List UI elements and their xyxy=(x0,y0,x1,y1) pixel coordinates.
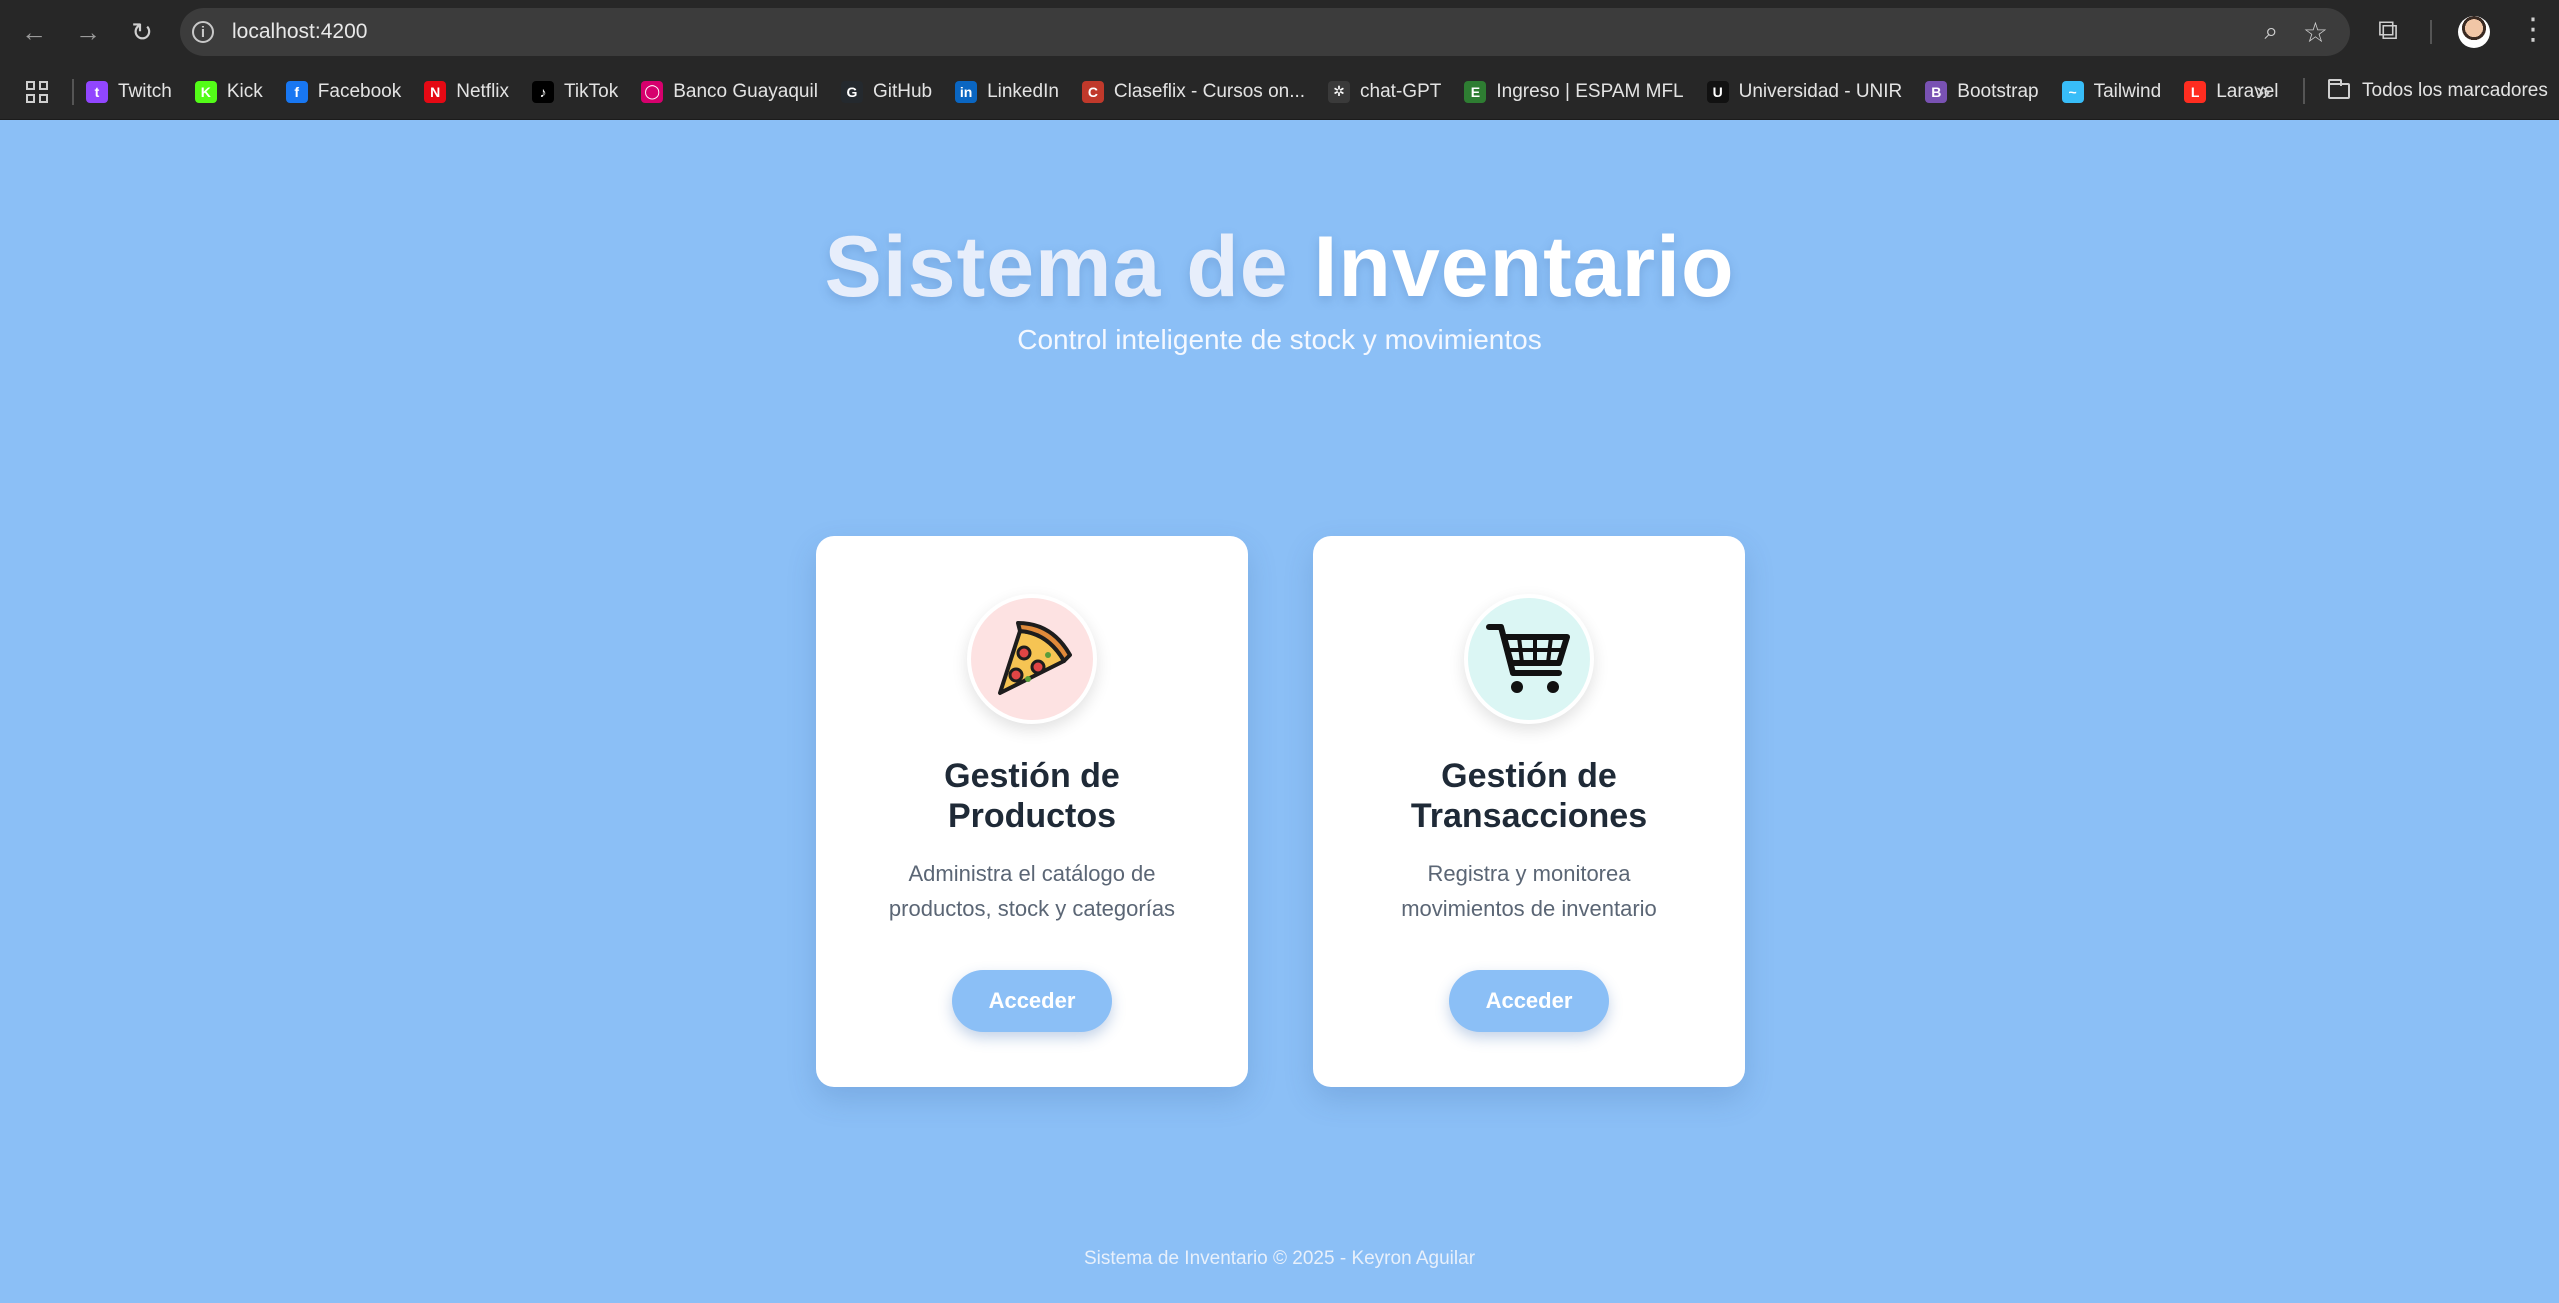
bookmark-label: Twitch xyxy=(118,80,172,102)
bookmark-item[interactable]: B Bootstrap xyxy=(1925,80,2039,103)
bookmark-label: Banco Guayaquil xyxy=(673,80,818,102)
bookmark-label: Universidad - UNIR xyxy=(1738,80,1903,102)
transactions-card-title: Gestión de Transacciones xyxy=(1410,757,1648,835)
tailwind-icon: ~ xyxy=(2061,80,2084,103)
address-bar[interactable]: i localhost:4200 ⌕ ☆ xyxy=(180,8,2350,56)
kick-icon: K xyxy=(194,80,217,103)
banco-guayaquil-icon: ◯ xyxy=(641,80,664,103)
more-bookmarks-icon[interactable]: » xyxy=(2256,76,2270,107)
bookmark-item[interactable]: ~ Tailwind xyxy=(2061,80,2162,103)
extensions-icon[interactable]: ⧉ xyxy=(2378,14,2398,47)
claseflix-icon: C xyxy=(1081,80,1104,103)
bookmark-item[interactable]: ◯ Banco Guayaquil xyxy=(641,80,818,103)
bookmark-item[interactable]: ♪ TikTok xyxy=(532,80,619,103)
hero-title-part2: Inventario xyxy=(1313,219,1735,315)
bookmark-label: Tailwind xyxy=(2093,80,2162,102)
espam-icon: E xyxy=(1464,80,1487,103)
transactions-card-description: Registra y monitorea movimientos de inve… xyxy=(1401,861,1657,921)
profile-avatar[interactable] xyxy=(2458,16,2490,48)
bookmark-label: Netflix xyxy=(456,80,510,102)
bookmark-item[interactable]: t Twitch xyxy=(86,80,172,103)
products-access-button[interactable]: Acceder xyxy=(952,970,1112,1032)
products-card: Gestión de Productos Administra el catál… xyxy=(816,536,1248,1087)
products-card-title: Gestión de Productos xyxy=(944,757,1120,835)
bookmark-label: GitHub xyxy=(872,80,933,102)
bookmark-item[interactable]: K Kick xyxy=(194,80,263,103)
bookmark-item[interactable]: in LinkedIn xyxy=(955,80,1059,103)
hero-subtitle: Control inteligente de stock y movimient… xyxy=(1017,324,1542,355)
netflix-icon: N xyxy=(424,80,447,103)
bookmark-label: Facebook xyxy=(317,80,402,102)
unir-icon: U xyxy=(1706,80,1729,103)
twitch-icon: t xyxy=(86,80,108,103)
forward-button[interactable]: → xyxy=(68,12,108,52)
reload-button[interactable]: ↻ xyxy=(122,12,162,52)
transactions-card: Gestión de Transacciones Registra y moni… xyxy=(1313,536,1745,1087)
pizza-icon xyxy=(967,594,1097,724)
github-icon: G xyxy=(840,80,863,103)
all-bookmarks-label: Todos los marcadores xyxy=(2362,80,2548,101)
facebook-icon: f xyxy=(285,80,308,103)
bookmark-list: t Twitch K Kick f Facebook N Netflix ♪ TikTok ◯ Ban… xyxy=(86,80,2302,103)
bookmark-item[interactable]: C Claseflix - Cursos on... xyxy=(1081,80,1306,103)
bookmarks-divider xyxy=(72,78,74,105)
bookmark-item[interactable]: U Universidad - UNIR xyxy=(1706,80,1903,103)
site-info-icon[interactable]: i xyxy=(192,21,214,43)
shopping-cart-icon xyxy=(1464,594,1594,724)
app-page: Sistema de Inventario Control inteligent… xyxy=(0,120,2559,1303)
bookmarks-divider-2 xyxy=(2303,78,2305,104)
bookmark-label: Ingreso | ESPAM MFL xyxy=(1496,80,1684,102)
tiktok-icon: ♪ xyxy=(532,80,555,103)
url-text[interactable]: localhost:4200 xyxy=(232,20,367,44)
zoom-icon[interactable]: ⌕ xyxy=(2265,18,2278,46)
laravel-icon: L xyxy=(2184,80,2207,103)
footer-text: Sistema de Inventario © 2025 - Keyron Ag… xyxy=(1083,1248,1476,1269)
bookmark-item[interactable]: ✲ chat-GPT xyxy=(1328,80,1442,103)
kebab-menu-icon[interactable]: ⋮ xyxy=(2518,12,2548,48)
folder-icon xyxy=(2328,79,2350,99)
back-button[interactable]: ← xyxy=(14,12,54,52)
bookmark-item[interactable]: f Facebook xyxy=(285,80,402,103)
bookmark-item[interactable]: N Netflix xyxy=(424,80,510,103)
arrow-left-icon: ← xyxy=(21,16,47,47)
bookmark-item[interactable]: G GitHub xyxy=(840,80,933,103)
all-bookmarks-folder[interactable]: Todos los marcadores xyxy=(2328,79,2548,102)
hero-title-part1: Sistema de xyxy=(824,219,1289,315)
reload-icon: ↻ xyxy=(131,16,153,47)
bookmark-star-icon[interactable]: ☆ xyxy=(2303,16,2328,49)
bookmark-label: chat-GPT xyxy=(1360,80,1442,102)
bookmark-label: Claseflix - Cursos on... xyxy=(1113,80,1306,102)
arrow-right-icon: → xyxy=(75,16,101,47)
bookmarks-bar: t Twitch K Kick f Facebook N Netflix ♪ TikTok ◯ Ban… xyxy=(0,64,2559,120)
browser-toolbar: ← → ↻ i localhost:4200 ⌕ ☆ ⧉ ⋮ xyxy=(0,0,2559,64)
transactions-access-button[interactable]: Acceder xyxy=(1449,970,1609,1032)
bootstrap-icon: B xyxy=(1925,80,1948,103)
linkedin-icon: in xyxy=(955,80,978,103)
products-card-description: Administra el catálogo de productos, sto… xyxy=(888,861,1176,921)
toolbar-divider xyxy=(2430,20,2432,44)
chatgpt-icon: ✲ xyxy=(1328,80,1351,103)
bookmark-label: Bootstrap xyxy=(1957,80,2039,102)
bookmark-label: TikTok xyxy=(564,80,619,102)
bookmark-item[interactable]: E Ingreso | ESPAM MFL xyxy=(1464,80,1684,103)
bookmark-label: Kick xyxy=(226,80,263,102)
hero-title: Sistema de Inventario xyxy=(0,218,2559,317)
bookmark-label: LinkedIn xyxy=(987,80,1059,102)
apps-grid-icon[interactable] xyxy=(26,80,48,103)
